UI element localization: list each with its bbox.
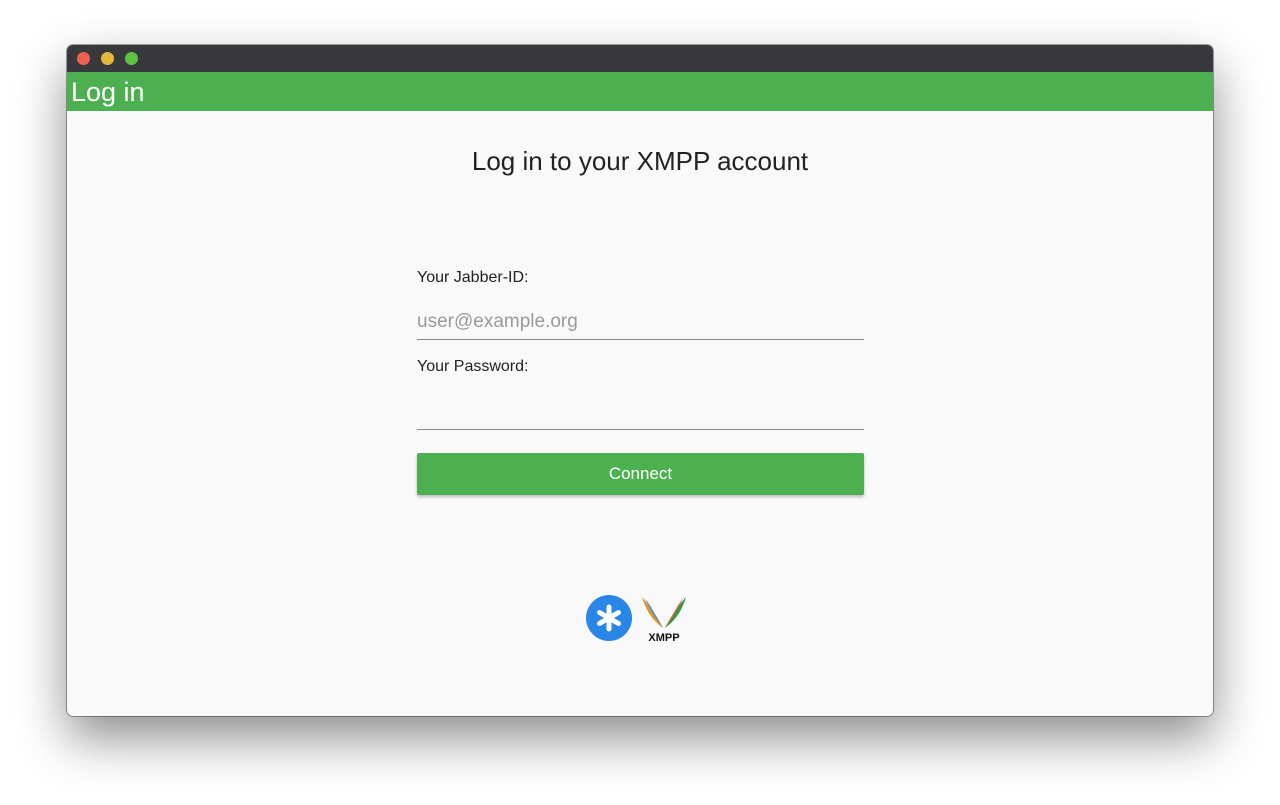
maximize-window-button[interactable] xyxy=(125,52,138,65)
jabber-id-input[interactable] xyxy=(417,305,864,340)
connect-button[interactable]: Connect xyxy=(417,453,864,495)
xmpp-logo-text: XMPP xyxy=(648,632,679,644)
xmpp-logo: XMPP xyxy=(642,597,686,644)
app-bar: Log in xyxy=(67,72,1213,111)
password-input[interactable] xyxy=(417,395,864,430)
page-title: Log in to your XMPP account xyxy=(471,146,809,176)
app-window: Log in Log in to your XMPP account Your … xyxy=(67,45,1213,716)
password-label: Your Password: xyxy=(417,358,529,375)
app-bar-title: Log in xyxy=(71,77,145,107)
window-titlebar[interactable] xyxy=(67,45,1213,72)
close-window-button[interactable] xyxy=(77,52,90,65)
asterisk-icon xyxy=(586,595,632,641)
minimize-window-button[interactable] xyxy=(101,52,114,65)
jabber-id-label: Your Jabber-ID: xyxy=(417,269,529,286)
